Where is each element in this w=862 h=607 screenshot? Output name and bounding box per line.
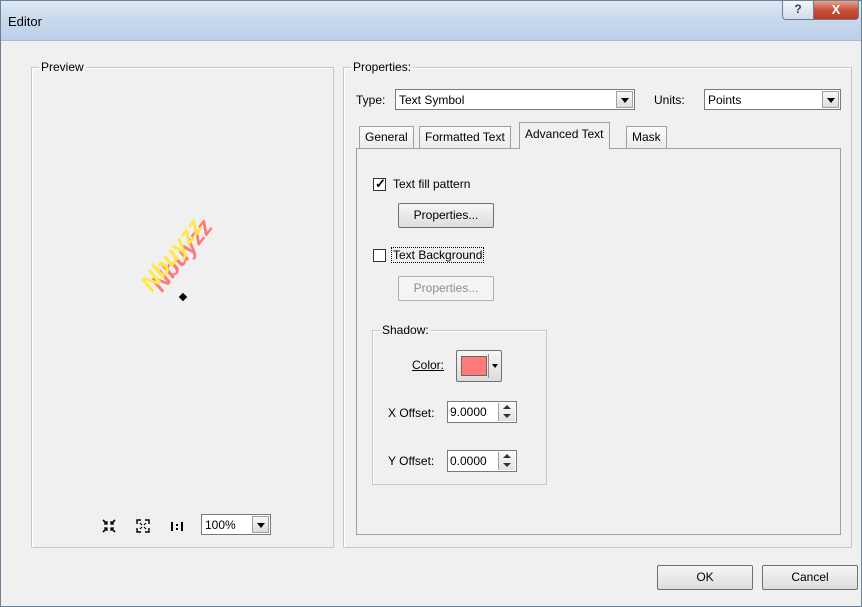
- tab-label: Mask: [632, 130, 661, 144]
- text-background-checkbox[interactable]: [373, 249, 386, 262]
- shadow-group-label: Shadow:: [380, 323, 431, 337]
- tab-advanced-text[interactable]: Advanced Text: [519, 122, 610, 149]
- zoom-out-button[interactable]: [131, 514, 153, 536]
- zoom-out-icon: [136, 519, 150, 533]
- x-offset-label: X Offset:: [388, 406, 435, 420]
- spinner-arrows-icon[interactable]: [498, 403, 515, 421]
- checkmark-icon: ✓: [375, 176, 386, 191]
- preview-group: Preview Nbuyzz Nbuyzz: [31, 60, 334, 548]
- units-value: Points: [708, 93, 742, 107]
- background-properties-button[interactable]: Properties...: [398, 276, 494, 301]
- close-icon: X: [831, 2, 841, 17]
- tab-general[interactable]: General: [359, 126, 414, 148]
- type-value: Text Symbol: [399, 93, 465, 107]
- type-label: Type:: [356, 93, 386, 107]
- preview-graphic: Nbuyzz Nbuyzz: [135, 214, 218, 302]
- shadow-color-label: Color:: [412, 358, 445, 372]
- actual-size-button[interactable]: [165, 514, 187, 536]
- tab-formatted-text[interactable]: Formatted Text: [419, 126, 511, 148]
- help-button[interactable]: ?: [782, 1, 814, 20]
- help-icon: ?: [794, 2, 802, 16]
- window-title: Editor: [8, 14, 42, 29]
- units-label: Units:: [654, 93, 685, 107]
- zoom-in-button[interactable]: [97, 514, 119, 536]
- actual-size-icon: [171, 522, 183, 531]
- anchor-point-icon: [178, 292, 188, 302]
- shadow-color-button[interactable]: [456, 350, 502, 382]
- type-select[interactable]: Text Symbol: [395, 89, 635, 110]
- zoom-select[interactable]: 100%: [201, 514, 271, 535]
- text-fill-pattern-checkbox[interactable]: ✓: [373, 176, 386, 191]
- cancel-button[interactable]: Cancel: [762, 565, 858, 590]
- zoom-in-icon: [102, 519, 116, 533]
- x-offset-value: 9.0000: [450, 405, 487, 419]
- tab-label: General: [365, 130, 408, 144]
- y-offset-spinner[interactable]: 0.0000: [447, 450, 517, 472]
- chevron-down-icon[interactable]: [252, 516, 269, 533]
- text-fill-pattern-label: Text fill pattern: [393, 177, 471, 191]
- x-offset-spinner[interactable]: 9.0000: [447, 401, 517, 423]
- preview-group-label: Preview: [39, 60, 86, 74]
- fill-properties-button[interactable]: Properties...: [398, 203, 494, 228]
- tab-label: Formatted Text: [425, 130, 505, 144]
- y-offset-label: Y Offset:: [388, 454, 435, 468]
- tab-mask[interactable]: Mask: [626, 126, 667, 148]
- tab-label: Advanced Text: [525, 127, 604, 141]
- chevron-down-icon: [492, 364, 498, 368]
- chevron-down-icon[interactable]: [822, 91, 839, 108]
- units-select[interactable]: Points: [704, 89, 841, 110]
- divider: [488, 354, 489, 378]
- chevron-down-icon[interactable]: [616, 91, 633, 108]
- ok-button[interactable]: OK: [657, 565, 753, 590]
- close-button[interactable]: X: [813, 1, 859, 20]
- editor-dialog: Editor ? X Preview Nbuyzz Nbuyzz 100% Pr…: [0, 0, 862, 607]
- color-swatch: [461, 356, 487, 376]
- y-offset-value: 0.0000: [450, 454, 487, 468]
- title-bar[interactable]: Editor ? X: [1, 1, 861, 41]
- zoom-value: 100%: [205, 518, 236, 532]
- preview-canvas: Nbuyzz Nbuyzz: [34, 78, 331, 498]
- properties-group-label: Properties:: [351, 60, 414, 74]
- spinner-arrows-icon[interactable]: [498, 452, 515, 470]
- text-background-label: Text Background: [391, 247, 485, 263]
